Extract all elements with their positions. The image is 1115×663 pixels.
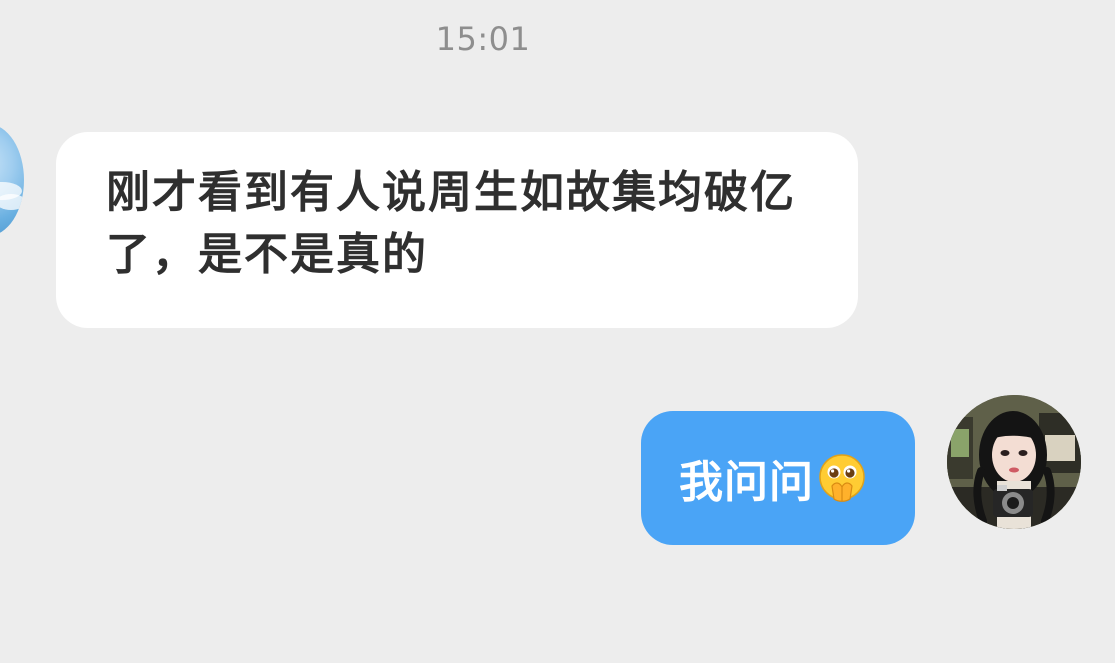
incoming-message-text: 刚才看到有人说周生如故集均破亿了，是不是真的 (106, 167, 796, 280)
contact-avatar[interactable] (0, 124, 24, 236)
message-timestamp: 15:01 (435, 20, 531, 58)
pleading-hands-emoji-icon (819, 454, 865, 502)
user-portrait-icon (947, 395, 1081, 529)
outgoing-message-bubble[interactable]: 我问问 (641, 411, 915, 545)
incoming-message-bubble[interactable]: 刚才看到有人说周生如故集均破亿了，是不是真的 (56, 132, 858, 328)
outgoing-message-text: 我问问 (679, 457, 814, 508)
user-avatar[interactable] (947, 395, 1081, 529)
